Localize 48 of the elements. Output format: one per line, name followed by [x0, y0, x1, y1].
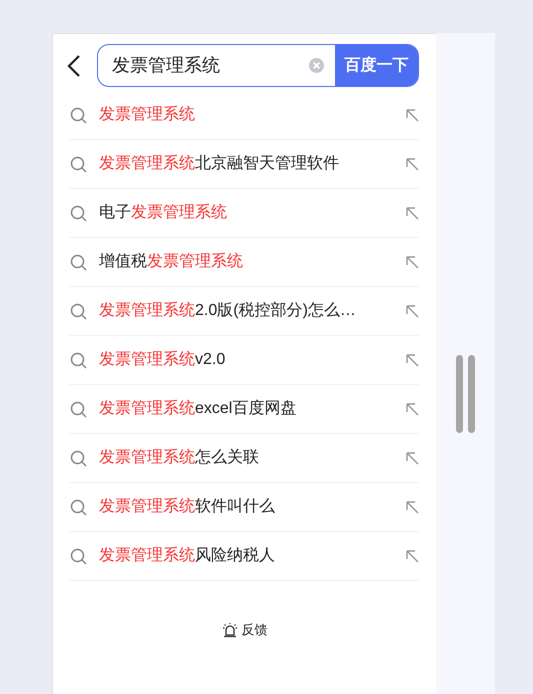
fill-in-arrow-icon[interactable]: [405, 549, 419, 563]
suggestion-item[interactable]: 发票管理系统: [69, 91, 419, 140]
siren-icon: [222, 622, 238, 638]
search-icon: [70, 156, 87, 172]
resize-handle[interactable]: [456, 354, 475, 432]
clear-icon[interactable]: [309, 58, 324, 73]
search-icon: [70, 254, 87, 270]
suggestion-item[interactable]: 发票管理系统v2.0: [69, 336, 419, 385]
suggestion-item[interactable]: 增值税发票管理系统: [69, 238, 419, 287]
suggestion-text: 发票管理系统: [99, 104, 196, 125]
suggestion-text: 发票管理系统风险纳税人: [99, 546, 276, 566]
suggestion-text: 增值税发票管理系统: [99, 252, 244, 272]
search-input-text: 发票管理系统: [112, 54, 221, 77]
search-icon: [70, 204, 87, 222]
fill-in-arrow-icon[interactable]: [405, 255, 419, 269]
suggestion-item[interactable]: 发票管理系统软件叫什么: [69, 483, 419, 532]
suggestion-text: 发票管理系统2.0版(税控部分)怎么…: [99, 300, 357, 321]
fill-in-arrow-icon[interactable]: [405, 157, 419, 171]
search-field[interactable]: 发票管理系统 百度一下: [97, 44, 419, 87]
search-icon: [70, 352, 87, 368]
suggestion-text: 发票管理系统北京融智天管理软件: [99, 154, 340, 174]
suggestion-item[interactable]: 发票管理系统2.0版(税控部分)怎么…: [69, 287, 419, 336]
suggestion-item[interactable]: 电子发票管理系统: [69, 189, 419, 238]
fill-in-arrow-icon[interactable]: [405, 108, 419, 122]
search-icon: [70, 400, 87, 418]
search-icon: [70, 450, 87, 466]
fill-in-arrow-icon[interactable]: [405, 353, 419, 367]
suggestion-text: 电子发票管理系统: [99, 202, 228, 223]
suggestion-text: 发票管理系统excel百度网盘: [99, 398, 298, 419]
suggestion-text: 发票管理系统v2.0: [99, 350, 226, 370]
suggestion-text: 发票管理系统软件叫什么: [99, 496, 276, 517]
search-icon: [70, 302, 87, 320]
search-icon: [70, 548, 87, 564]
fill-in-arrow-icon[interactable]: [405, 451, 419, 465]
feedback-link[interactable]: 反馈: [242, 620, 268, 640]
suggestion-item[interactable]: 发票管理系统风险纳税人: [69, 532, 419, 581]
suggestion-text: 发票管理系统怎么关联: [99, 448, 260, 468]
back-icon[interactable]: [66, 54, 82, 78]
fill-in-arrow-icon[interactable]: [405, 206, 419, 220]
suggestion-item[interactable]: 发票管理系统北京融智天管理软件: [69, 140, 419, 189]
suggestion-item[interactable]: 发票管理系统excel百度网盘: [69, 385, 419, 434]
suggestion-item[interactable]: 发票管理系统怎么关联: [69, 434, 419, 483]
search-icon: [70, 498, 87, 516]
fill-in-arrow-icon[interactable]: [405, 304, 419, 318]
search-button[interactable]: 百度一下: [335, 45, 418, 86]
search-icon: [70, 106, 87, 124]
fill-in-arrow-icon[interactable]: [405, 402, 419, 416]
fill-in-arrow-icon[interactable]: [405, 500, 419, 514]
